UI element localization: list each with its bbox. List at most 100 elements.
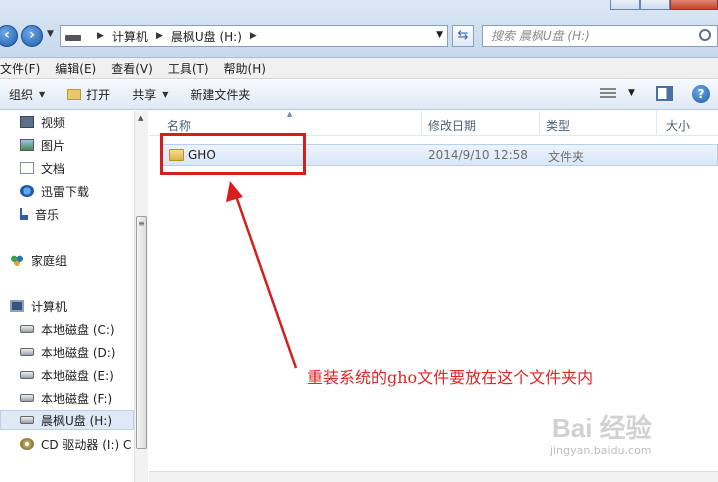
sidebar-item-label: 文档 <box>41 161 66 176</box>
sidebar-item-label: 本地磁盘 (D:) <box>41 345 116 360</box>
sidebar-item-drive-d[interactable]: 本地磁盘 (D:) <box>20 342 115 362</box>
menu-tools[interactable]: 工具(T) <box>168 60 209 77</box>
horizontal-scrollbar[interactable] <box>149 471 718 482</box>
sidebar-item-usb-drive-h[interactable]: 晨枫U盘 (H:) <box>0 410 134 430</box>
window-controls <box>610 0 718 10</box>
back-button[interactable]: ‹ <box>0 25 18 47</box>
sidebar-item-drive-e[interactable]: 本地磁盘 (E:) <box>20 365 114 385</box>
search-placeholder: 搜索 晨枫U盘 (H:) <box>491 29 590 43</box>
share-button[interactable]: 共享 ▼ <box>132 86 168 103</box>
close-button[interactable] <box>670 0 718 10</box>
sidebar-item-documents[interactable]: 文档 <box>20 158 65 178</box>
chevron-right-icon[interactable]: ▶ <box>156 31 163 41</box>
address-dropdown-icon[interactable]: ▼ <box>436 30 443 40</box>
menu-help[interactable]: 帮助(H) <box>224 60 266 77</box>
preview-pane-icon[interactable] <box>656 86 673 101</box>
homegroup-icon <box>10 254 24 266</box>
organize-label: 组织 <box>9 88 34 102</box>
document-library-icon <box>20 162 34 174</box>
sidebar-item-label: 计算机 <box>31 299 68 314</box>
refresh-icon: ⇆ <box>457 28 469 43</box>
sidebar-item-computer[interactable]: 计算机 <box>10 296 67 316</box>
sidebar-item-thunder-downloads[interactable]: 迅雷下载 <box>20 181 89 201</box>
column-name[interactable]: 名称 <box>167 117 191 134</box>
column-type[interactable]: 类型 <box>546 117 570 134</box>
sidebar-item-music[interactable]: 音乐 <box>20 204 59 224</box>
open-label: 打开 <box>86 88 111 102</box>
search-input[interactable]: 搜索 晨枫U盘 (H:) <box>482 25 718 47</box>
file-modified: 2014/9/10 12:58 <box>428 148 528 162</box>
file-type: 文件夹 <box>548 150 585 164</box>
sidebar-item-label: 晨枫U盘 (H:) <box>41 413 113 428</box>
menu-file[interactable]: 文件(F) <box>0 60 40 77</box>
command-toolbar: 组织 ▼ 打开 共享 ▼ 新建文件夹 ▼ ? <box>0 80 718 110</box>
new-folder-label: 新建文件夹 <box>190 88 251 102</box>
navigation-pane: 视频 图片 文档 迅雷下载 音乐 家庭组 计算机 本地磁盘 (C:) 本地磁盘 … <box>0 111 148 482</box>
sidebar-item-pictures[interactable]: 图片 <box>20 135 65 155</box>
sidebar-item-label: 视频 <box>41 115 66 130</box>
navigation-scrollbar[interactable]: ▲ ≡ <box>134 111 148 482</box>
sidebar-item-label: 图片 <box>41 138 66 153</box>
hard-disk-icon <box>20 325 34 333</box>
breadcrumb-usb-drive[interactable]: 晨枫U盘 (H:) <box>171 28 242 45</box>
organize-button[interactable]: 组织 ▼ <box>9 86 45 103</box>
scroll-up-icon[interactable]: ▲ <box>138 114 143 122</box>
column-size[interactable]: 大小 <box>666 117 690 134</box>
sidebar-item-label: 本地磁盘 (F:) <box>41 391 113 406</box>
column-divider[interactable] <box>656 111 657 136</box>
column-divider[interactable] <box>539 111 540 136</box>
video-library-icon <box>20 116 34 128</box>
usb-drive-icon <box>20 416 34 424</box>
cd-drive-icon <box>20 438 34 450</box>
sort-ascending-icon: ▲ <box>287 110 293 118</box>
chevron-down-icon: ▼ <box>162 90 169 99</box>
search-icon <box>699 29 711 41</box>
computer-icon <box>10 300 24 312</box>
column-modified[interactable]: 修改日期 <box>428 117 476 134</box>
scrollbar-thumb[interactable] <box>136 216 147 449</box>
drive-icon <box>65 35 81 41</box>
sidebar-item-label: CD 驱动器 (I:) C <box>41 437 132 452</box>
chevron-down-icon: ▼ <box>39 90 46 99</box>
minimize-button[interactable] <box>610 0 640 10</box>
chevron-right-icon[interactable]: ▶ <box>97 31 104 41</box>
view-options-icon[interactable] <box>600 88 616 100</box>
breadcrumb-computer[interactable]: 计算机 <box>112 28 148 45</box>
menu-edit[interactable]: 编辑(E) <box>55 60 96 77</box>
help-icon[interactable]: ? <box>692 85 710 103</box>
watermark-url: jingyan.baidu.com <box>550 444 652 457</box>
sidebar-item-label: 迅雷下载 <box>41 184 90 199</box>
new-folder-button[interactable]: 新建文件夹 <box>190 86 250 103</box>
hard-disk-icon <box>20 371 34 379</box>
music-note-icon <box>20 208 28 220</box>
picture-library-icon <box>20 139 34 151</box>
sidebar-item-homegroup[interactable]: 家庭组 <box>10 250 67 270</box>
sidebar-item-cd-drive[interactable]: CD 驱动器 (I:) C <box>20 434 131 454</box>
chevron-down-icon[interactable]: ▼ <box>628 88 635 98</box>
highlight-box <box>160 133 306 175</box>
sidebar-item-label: 音乐 <box>35 207 60 222</box>
recent-pages-dropdown[interactable]: ▼ <box>47 29 54 39</box>
sidebar-item-drive-f[interactable]: 本地磁盘 (F:) <box>20 388 112 408</box>
address-bar-region: ‹ › ▼ ▶ 计算机 ▶ 晨枫U盘 (H:) ▶ ▼ ⇆ 搜索 晨枫U盘 (H… <box>0 0 718 58</box>
sidebar-item-videos[interactable]: 视频 <box>20 112 65 132</box>
open-button[interactable]: 打开 <box>67 86 110 103</box>
hard-disk-icon <box>20 394 34 402</box>
hard-disk-icon <box>20 348 34 356</box>
column-divider[interactable] <box>421 111 422 136</box>
menu-bar: 文件(F) 编辑(E) 查看(V) 工具(T) 帮助(H) <box>0 58 718 79</box>
grip-icon: ≡ <box>138 219 145 228</box>
arrow-left-icon: ‹ <box>4 27 10 43</box>
forward-button[interactable]: › <box>21 25 43 47</box>
maximize-button[interactable] <box>640 0 670 10</box>
annotation-text: 重装系统的gho文件要放在这个文件夹内 <box>307 368 594 387</box>
arrow-right-icon: › <box>29 27 35 43</box>
baidu-jingyan-watermark: Bai 经验 <box>552 413 652 443</box>
sidebar-item-label: 本地磁盘 (C:) <box>41 322 115 337</box>
menu-view[interactable]: 查看(V) <box>111 60 153 77</box>
address-input[interactable]: ▶ 计算机 ▶ 晨枫U盘 (H:) ▶ ▼ <box>60 25 448 47</box>
refresh-button[interactable]: ⇆ <box>452 25 474 47</box>
share-label: 共享 <box>132 88 157 102</box>
chevron-right-icon[interactable]: ▶ <box>250 31 257 41</box>
sidebar-item-drive-c[interactable]: 本地磁盘 (C:) <box>20 319 115 339</box>
